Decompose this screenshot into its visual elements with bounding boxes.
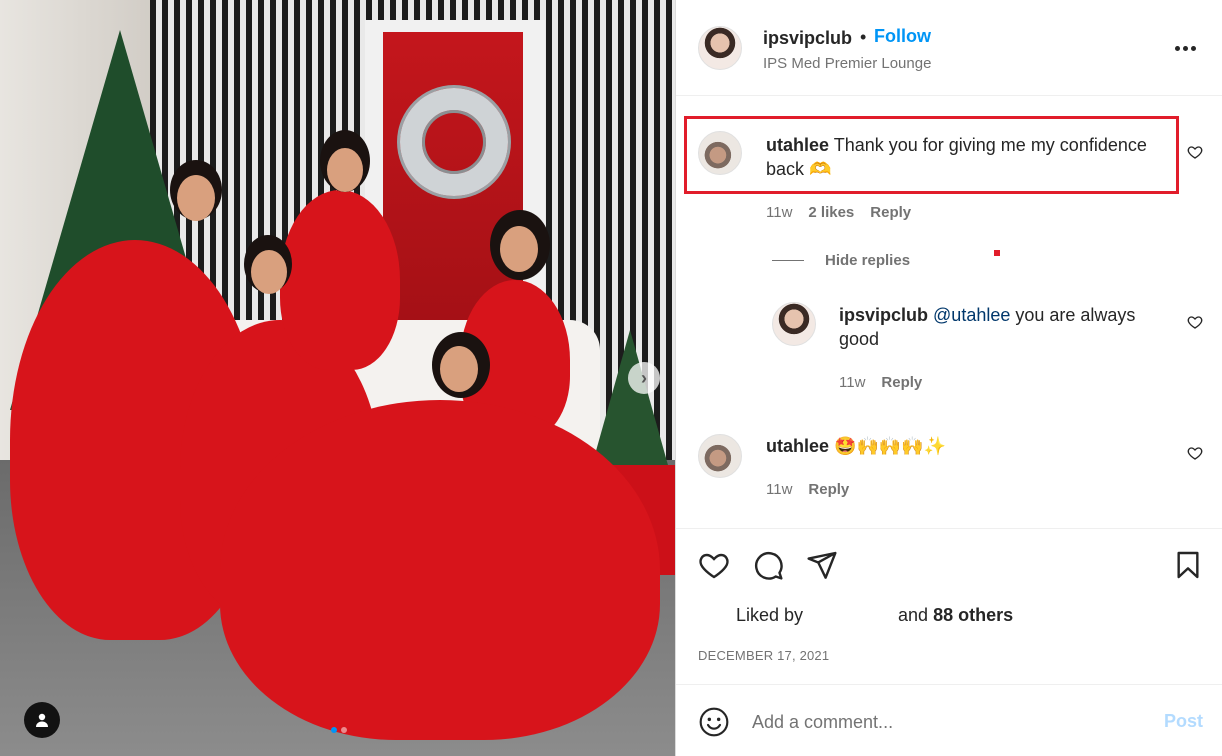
post-location[interactable]: IPS Med Premier Lounge bbox=[763, 55, 931, 72]
comment-body: 🤩🙌🙌🙌✨ bbox=[834, 436, 947, 456]
reply-time: 11w bbox=[839, 374, 866, 391]
next-photo-button[interactable]: › bbox=[628, 362, 660, 394]
like-comment-icon[interactable] bbox=[1187, 445, 1203, 461]
comment-input[interactable] bbox=[752, 707, 1132, 737]
replies-divider bbox=[772, 260, 804, 261]
comment-text: utahlee 🤩🙌🙌🙌✨ bbox=[766, 434, 1176, 458]
photo-wreath bbox=[400, 88, 508, 196]
user-icon bbox=[36, 713, 48, 727]
comment-icon[interactable] bbox=[752, 549, 784, 581]
author-avatar[interactable] bbox=[698, 26, 742, 70]
liked-by-label: Liked by bbox=[736, 605, 804, 625]
post-actions: Liked by and 88 others DECEMBER 17, 2021 bbox=[676, 528, 1222, 683]
carousel-dot bbox=[341, 727, 347, 733]
post-photo[interactable]: › bbox=[0, 0, 675, 756]
post-header: ipsvipclub • Follow IPS Med Premier Loun… bbox=[676, 0, 1222, 96]
reply-button[interactable]: Reply bbox=[870, 204, 911, 221]
likes-count[interactable]: and 88 others bbox=[898, 605, 1013, 626]
comment-likes[interactable]: 2 likes bbox=[808, 204, 854, 221]
photo-face bbox=[177, 175, 215, 221]
post-comment-button[interactable]: Post bbox=[1164, 711, 1203, 732]
heart-icon[interactable] bbox=[698, 549, 730, 581]
post-details-pane: ipsvipclub • Follow IPS Med Premier Loun… bbox=[675, 0, 1222, 756]
comment-username[interactable]: utahlee bbox=[766, 436, 829, 456]
comment-meta: 11w Reply bbox=[766, 481, 849, 498]
bookmark-icon[interactable] bbox=[1172, 549, 1204, 581]
comment-time: 11w bbox=[766, 481, 793, 498]
reply-mention[interactable]: @utahlee bbox=[933, 305, 1010, 325]
red-marker bbox=[994, 250, 1000, 256]
carousel-indicator bbox=[331, 727, 347, 733]
comment-time: 11w bbox=[766, 204, 793, 221]
like-comment-icon[interactable] bbox=[1187, 144, 1203, 160]
photo-face bbox=[327, 148, 363, 192]
separator-dot: • bbox=[860, 27, 867, 47]
photo-face bbox=[440, 346, 478, 392]
reply-reply-button[interactable]: Reply bbox=[881, 374, 922, 391]
follow-button[interactable]: Follow bbox=[874, 26, 931, 47]
add-comment-bar: Post bbox=[676, 684, 1222, 756]
reply-meta: 11w Reply bbox=[839, 374, 922, 391]
author-username[interactable]: ipsvipclub bbox=[763, 28, 852, 49]
photo-face bbox=[500, 226, 538, 272]
reply-avatar[interactable] bbox=[772, 302, 816, 346]
hide-replies-button[interactable]: Hide replies bbox=[825, 252, 910, 269]
chevron-right-icon: › bbox=[641, 367, 647, 388]
photo-dress bbox=[280, 190, 400, 370]
like-reply-icon[interactable] bbox=[1187, 314, 1203, 330]
reply-text: ipsvipclub @utahlee you are always good bbox=[839, 303, 1159, 351]
reply-button[interactable]: Reply bbox=[808, 481, 849, 498]
emoji-icon[interactable] bbox=[698, 706, 730, 738]
highlight-box bbox=[684, 116, 1179, 194]
post-date: DECEMBER 17, 2021 bbox=[698, 648, 830, 663]
likes-and: and bbox=[898, 605, 929, 625]
tagged-users-button[interactable] bbox=[24, 702, 60, 738]
carousel-dot-active bbox=[331, 727, 337, 733]
comments-list: utahlee Thank you for giving me my confi… bbox=[676, 97, 1222, 527]
commenter-avatar[interactable] bbox=[698, 434, 742, 478]
comment-meta: 11w 2 likes Reply bbox=[766, 204, 911, 221]
photo-dress bbox=[220, 400, 660, 740]
photo-face bbox=[251, 250, 287, 294]
reply-username[interactable]: ipsvipclub bbox=[839, 305, 928, 325]
share-icon[interactable] bbox=[806, 549, 838, 581]
more-options-icon[interactable] bbox=[1170, 38, 1200, 58]
likes-others[interactable]: 88 others bbox=[933, 605, 1013, 625]
